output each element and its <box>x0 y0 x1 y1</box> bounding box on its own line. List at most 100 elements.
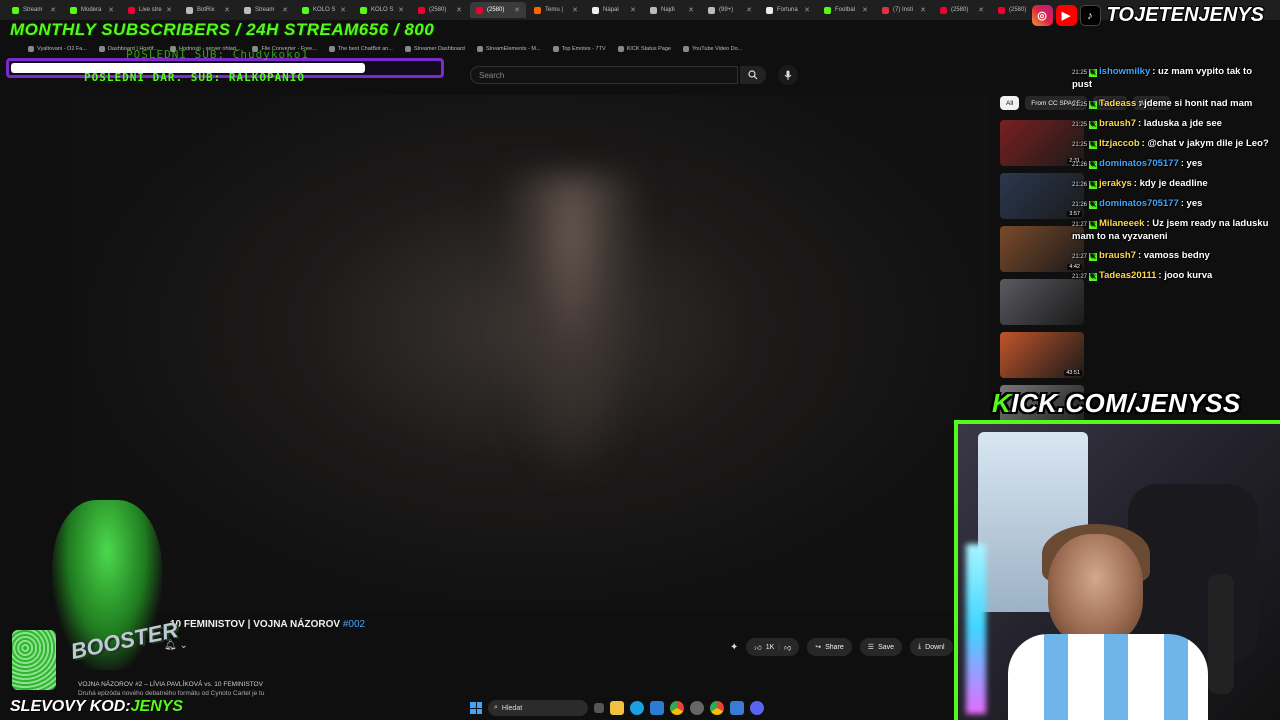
close-tab-icon[interactable]: ✕ <box>340 6 346 14</box>
bookmark-item[interactable]: StreamElements - M... <box>476 46 541 52</box>
chat-message: 21:25 K Tadeass: jdeme si honit nad mam <box>1072 98 1272 111</box>
chat-username: dominatos705177 <box>1099 158 1179 169</box>
close-tab-icon[interactable]: ✕ <box>572 6 578 14</box>
browser-tab[interactable]: Modera ✕ <box>64 2 120 18</box>
windows-start-icon[interactable] <box>470 702 482 714</box>
sparkle-icon[interactable]: ✦ <box>730 642 738 653</box>
bookmark-item[interactable]: The best ChatBot an... <box>328 46 393 52</box>
like-button[interactable]: 👍︎ 1K | 👎︎ <box>746 638 800 656</box>
browser-tab[interactable]: (7) Insti ✕ <box>876 2 932 18</box>
kick-badge-icon: K <box>1089 121 1098 129</box>
search-button[interactable] <box>740 66 766 84</box>
tab-label: KOLO S <box>313 7 336 13</box>
close-tab-icon[interactable]: ✕ <box>862 6 868 14</box>
close-tab-icon[interactable]: ✕ <box>50 6 56 14</box>
chrome-icon[interactable] <box>670 701 684 715</box>
close-tab-icon[interactable]: ✕ <box>514 6 520 14</box>
close-tab-icon[interactable]: ✕ <box>282 6 288 14</box>
bookmark-item[interactable]: KICK Status Page <box>617 46 671 52</box>
chat-overlay: 21:25 Kishowmilky: uz mam vypito tak to p… <box>1072 66 1272 290</box>
bookmark-label: KICK Status Page <box>626 46 671 52</box>
chat-timestamp: 21:27 <box>1072 274 1088 280</box>
browser-tab[interactable]: (2580) ✕ <box>412 2 468 18</box>
video-duration: 43:51 <box>1064 370 1082 376</box>
close-tab-icon[interactable]: ✕ <box>688 6 694 14</box>
like-count: 1K <box>765 643 775 651</box>
tab-label: Live stre <box>139 7 162 13</box>
filter-chip[interactable]: All <box>1000 96 1020 110</box>
voice-search-button[interactable] <box>778 65 798 85</box>
tab-favicon-icon <box>302 6 309 14</box>
close-tab-icon[interactable]: ✕ <box>746 6 752 14</box>
browser-tab[interactable]: KOLO S ✕ <box>354 2 410 18</box>
save-label: Save <box>878 643 895 651</box>
browser-tab[interactable]: (2580) ✕ <box>470 2 526 18</box>
bookmark-item[interactable]: YouTube Video Do... <box>682 46 743 52</box>
browser-tab[interactable]: Temu | ✕ <box>528 2 584 18</box>
chrome-profile-icon[interactable] <box>710 701 724 715</box>
edge-icon[interactable] <box>630 701 644 715</box>
bookmark-label: StreamElements - M... <box>485 46 541 52</box>
video-actions: ✦ 👍︎ 1K | 👎︎ ↪ Share ☰ Save ⤓ Downl <box>730 638 953 656</box>
close-tab-icon[interactable]: ✕ <box>398 6 404 14</box>
bookmark-favicon-icon <box>682 46 689 52</box>
task-view-icon[interactable] <box>594 703 604 713</box>
tab-favicon-icon <box>476 6 483 14</box>
taskbar-search[interactable]: ⌕ Hledat <box>488 700 588 716</box>
settings-icon[interactable] <box>690 701 704 715</box>
download-button[interactable]: ⤓ Downl <box>910 638 953 656</box>
recommended-video-thumbnail[interactable]: 43:51 <box>1000 332 1084 378</box>
youtube-icon: ▶ <box>1055 5 1077 26</box>
browser-tab[interactable]: Fortuna ✕ <box>760 2 816 18</box>
save-button[interactable]: ☰ Save <box>859 638 903 656</box>
browser-tab[interactable]: (99+) ✕ <box>702 2 758 18</box>
social-handle-banner: ◎ ▶ ♪ TOJETENJENYS <box>1031 4 1264 27</box>
chat-timestamp: 21:26 <box>1072 182 1088 188</box>
thumbs-down-icon[interactable]: 👎︎ <box>784 643 791 652</box>
video-player[interactable] <box>72 95 990 610</box>
bookmark-item[interactable]: Top Emotes - 7TV <box>552 46 606 52</box>
chat-username: braush7 <box>1099 250 1136 261</box>
chat-message: 21:27 Kbraush7: vamoss bedny <box>1072 250 1272 263</box>
bookmark-label: Streamer Dashboard <box>413 46 465 52</box>
last-sub-ticker: POSLEDNI SUB: Chudykoko1 <box>126 48 309 61</box>
share-button[interactable]: ↪ Share <box>807 638 852 656</box>
chat-message: 21:25 Kishowmilky: uz mam vypito tak to p… <box>1072 66 1272 91</box>
browser-tab[interactable]: Stream ✕ <box>238 2 294 18</box>
browser-tab[interactable]: Footbal ✕ <box>818 2 874 18</box>
bookmark-item[interactable]: Vyaltovani - O2 Fa... <box>28 46 87 52</box>
chat-username: dominatos705177 <box>1099 198 1179 209</box>
video-hashtag[interactable]: #002 <box>343 619 365 630</box>
bookmark-label: Top Emotes - 7TV <box>561 46 606 52</box>
bookmark-favicon-icon <box>476 46 483 52</box>
browser-tab[interactable]: Live stre ✕ <box>122 2 178 18</box>
close-tab-icon[interactable]: ✕ <box>224 6 230 14</box>
discord-icon[interactable] <box>750 701 764 715</box>
close-tab-icon[interactable]: ✕ <box>456 6 462 14</box>
bookmark-label: YouTube Video Do... <box>691 46 743 52</box>
tab-favicon-icon <box>418 6 425 14</box>
tab-favicon-icon <box>650 6 657 14</box>
browser-tab[interactable]: (2580) ✕ <box>934 2 990 18</box>
browser-tab[interactable]: KOLO S ✕ <box>296 2 352 18</box>
file-explorer-icon[interactable] <box>610 701 624 715</box>
tab-favicon-icon <box>766 6 773 14</box>
browser-tab[interactable]: Stream ✕ <box>6 2 62 18</box>
browser-tab[interactable]: Najdi ✕ <box>644 2 700 18</box>
close-tab-icon[interactable]: ✕ <box>978 6 984 14</box>
discount-code-value: JENYS <box>130 698 184 715</box>
store-icon[interactable] <box>650 701 664 715</box>
tab-label: Nápal <box>603 7 619 13</box>
tab-favicon-icon <box>128 6 135 14</box>
browser-tab[interactable]: Nápal ✕ <box>586 2 642 18</box>
close-tab-icon[interactable]: ✕ <box>108 6 114 14</box>
bookmark-item[interactable]: Streamer Dashboard <box>404 46 465 52</box>
tab-label: (7) Insti <box>893 7 914 13</box>
browser-tab[interactable]: BotRix ✕ <box>180 2 236 18</box>
close-tab-icon[interactable]: ✕ <box>920 6 926 14</box>
close-tab-icon[interactable]: ✕ <box>630 6 636 14</box>
search-input[interactable]: Search <box>470 66 738 84</box>
notes-icon[interactable] <box>730 701 744 715</box>
close-tab-icon[interactable]: ✕ <box>166 6 172 14</box>
close-tab-icon[interactable]: ✕ <box>804 6 810 14</box>
